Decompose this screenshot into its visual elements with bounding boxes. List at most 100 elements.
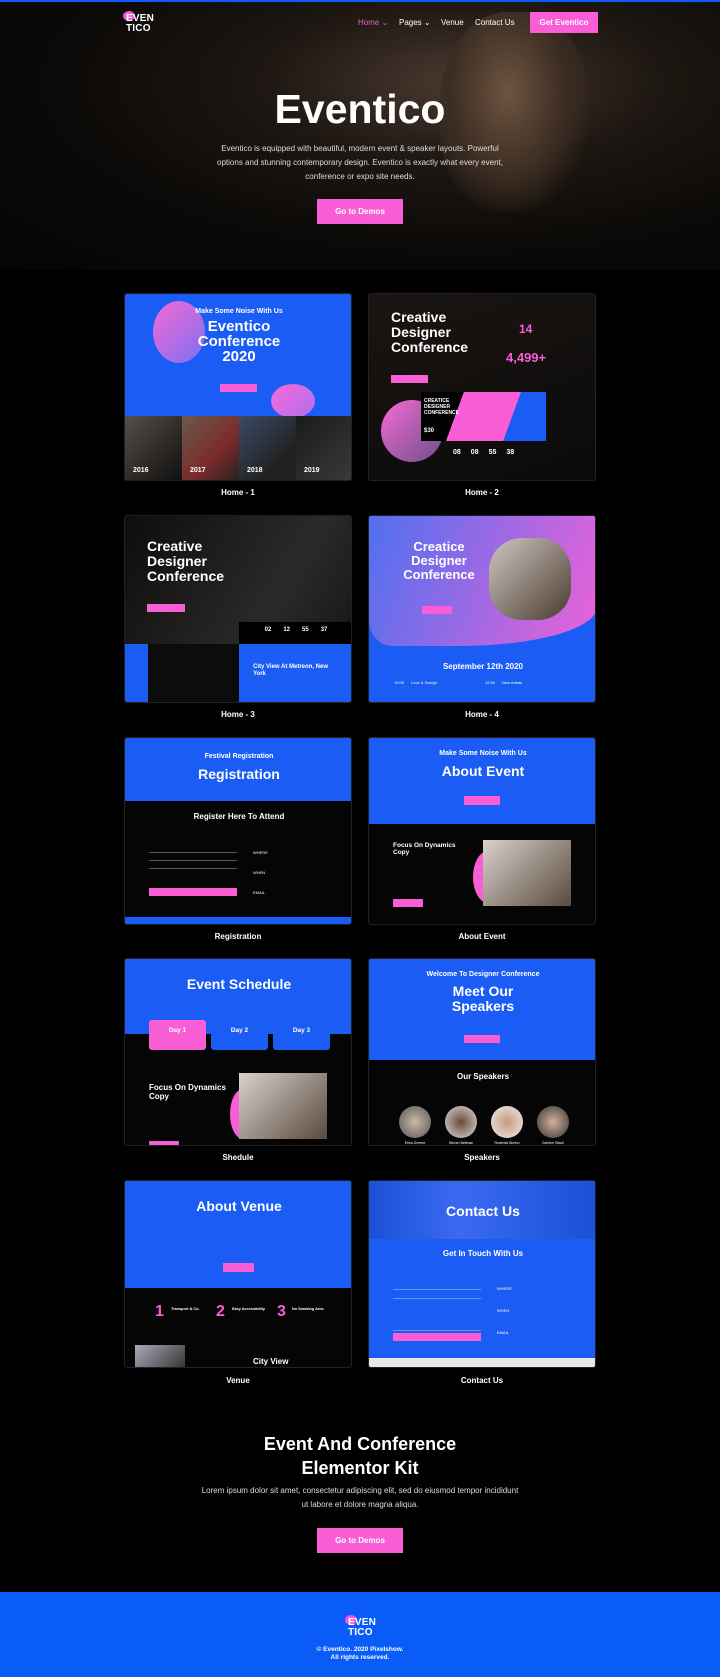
year-label: 2016 — [133, 467, 149, 474]
event-date: September 12th 2020 — [442, 662, 524, 671]
schedule-time: 10:00 — [394, 680, 405, 685]
info-label: EMAIL — [253, 890, 266, 895]
photo — [148, 644, 239, 702]
demo-label-registration[interactable]: Registration — [124, 932, 352, 941]
demo-subtitle: Get In Touch With Us — [442, 1249, 524, 1258]
demo-card-speakers[interactable]: Welcome To Designer Conference Meet Our … — [368, 958, 596, 1146]
logo-line-2: TICO — [348, 1627, 373, 1638]
demo-subtitle: City View At Metreon, New York — [253, 664, 329, 677]
hero-text: Eventico is equipped with beautiful, mod… — [217, 144, 503, 181]
countdown: 08 08 55 38 — [453, 449, 514, 456]
demo-title: Event Schedule — [186, 976, 292, 992]
feature-title: Easy Accessibility — [232, 1307, 265, 1311]
get-eventico-button[interactable]: Get Eventico — [530, 12, 598, 33]
demo-kicker: Welcome To Designer Conference — [426, 971, 540, 978]
demo-title: About Event — [441, 763, 525, 779]
demo-label-about-event[interactable]: About Event — [368, 932, 596, 941]
info-label: WHEN — [497, 1308, 510, 1313]
year-label: 2019 — [304, 467, 320, 474]
year-label: 2018 — [247, 467, 263, 474]
info-label: WHERE — [497, 1286, 512, 1291]
speaker-name: Steven Bellman — [448, 1141, 474, 1145]
speaker: Steven Bellman — [445, 1106, 477, 1145]
demo-label-home-4[interactable]: Home - 4 — [368, 710, 596, 719]
cta-text: Lorem ipsum dolor sit amet, consectetur … — [201, 1486, 519, 1509]
demo-card-venue[interactable]: About Venue 1 Transport & Co. 2 Easy Acc… — [124, 1180, 352, 1368]
info-label: WHEN — [253, 870, 266, 875]
demo-label-schedule[interactable]: Shedule — [124, 1153, 352, 1162]
chevron-down-icon: ⌄ — [381, 18, 389, 27]
schedule-item: New Artists — [502, 680, 523, 685]
year-label: 2017 — [190, 467, 206, 474]
logo[interactable]: EVEN TICO — [123, 11, 154, 34]
demo-card-contact[interactable]: Contact Us Get In Touch With Us WHERE WH… — [368, 1180, 596, 1368]
demo-button — [391, 375, 428, 383]
demo-title: Creatice Designer Conference — [403, 539, 475, 582]
demo-title: About Venue — [196, 1198, 282, 1214]
demo-subtitle: Focus On Dynamics Copy — [149, 1083, 226, 1101]
nav-pages-label: Pages — [399, 18, 422, 27]
feature-number: 2 — [216, 1303, 225, 1320]
demo-card-home-2[interactable]: Creative Designer Conference 14 4,499+ C… — [368, 293, 596, 481]
countdown-seconds: 37 — [320, 627, 328, 633]
countdown-days: 08 — [453, 449, 461, 456]
demo-card-home-4[interactable]: Creatice Designer Conference September 1… — [368, 515, 596, 703]
day-tab: Day 3 — [292, 1027, 311, 1034]
speaker-name: Erica Greene — [404, 1141, 426, 1145]
nav-home[interactable]: Home ⌄ — [358, 18, 388, 27]
footer: EVEN TICO © Eventico. 2020 Pixelshow. Al… — [0, 1592, 720, 1677]
demo-label-speakers[interactable]: Speakers — [368, 1153, 596, 1162]
demo-card-registration[interactable]: Festival Registration Registration Regis… — [124, 737, 352, 925]
demo-subtitle: Our Speakers — [456, 1072, 510, 1081]
demo-title: Contact Us — [446, 1203, 520, 1219]
demo-card-home-1[interactable]: Make Some Noise With Us Eventico Confere… — [124, 293, 352, 481]
photo — [239, 1073, 327, 1139]
cta-title: Event And Conference Elementor Kit — [263, 1434, 457, 1478]
demo-card-home-3[interactable]: Creative Designer Conference 02 12 55 37 Ci… — [124, 515, 352, 703]
logo-line-2: TICO — [126, 23, 151, 34]
stat-value: 14 — [519, 322, 533, 336]
countdown-days: 02 — [264, 627, 272, 633]
demo-card-about-event[interactable]: Make Some Noise With Us About Event Focu… — [368, 737, 596, 925]
nav-venue[interactable]: Venue — [441, 18, 464, 27]
footer-logo[interactable]: EVEN TICO — [345, 1615, 376, 1638]
demo-button — [223, 1263, 254, 1272]
demo-button — [220, 384, 257, 392]
demo-card-schedule[interactable]: Event Schedule Day 1 Day 2 Day 3 Focus O… — [124, 958, 352, 1146]
day-tab: Day 2 — [230, 1027, 249, 1034]
demo-button — [422, 606, 452, 614]
speaker: Carlene Stach — [537, 1106, 569, 1145]
demo-button — [464, 796, 500, 805]
nav-home-label: Home — [358, 18, 380, 27]
countdown-minutes: 55 — [488, 449, 497, 456]
countdown-hours: 08 — [470, 449, 479, 456]
demo-subtitle: Focus On Dynamics Copy — [393, 842, 456, 856]
speaker: Erica Greene — [399, 1106, 431, 1145]
demo-label-home-3[interactable]: Home - 3 — [124, 710, 352, 719]
demo-button — [149, 1141, 179, 1145]
demo-label-venue[interactable]: Venue — [124, 1376, 352, 1385]
schedule-time: 12:00 — [485, 680, 496, 685]
ticket-price: $30 — [424, 428, 435, 434]
feature-number: 1 — [155, 1303, 164, 1320]
demo-label-home-2[interactable]: Home - 2 — [368, 488, 596, 497]
photo — [483, 840, 571, 906]
go-to-demos-button[interactable]: Go to Demos — [317, 199, 403, 224]
decor-blob — [271, 384, 315, 418]
hero-section — [0, 2, 720, 270]
countdown-hours: 12 — [283, 627, 290, 633]
photo — [135, 1345, 185, 1367]
demo-label-contact[interactable]: Contact Us — [368, 1376, 596, 1385]
demo-label-home-1[interactable]: Home - 1 — [124, 488, 352, 497]
map — [369, 1358, 595, 1367]
send-message-button — [149, 888, 237, 896]
info-label: EMAIL — [497, 1330, 510, 1335]
nav-pages[interactable]: Pages ⌄ — [399, 18, 431, 27]
demo-title: Meet Our Speakers — [451, 983, 515, 1014]
photo — [489, 538, 571, 620]
demo-kicker: Make Some Noise With Us — [195, 308, 283, 315]
go-to-demos-button-bottom[interactable]: Go to Demos — [317, 1528, 403, 1553]
feature-title: Transport & Co. — [171, 1307, 200, 1311]
nav-contact[interactable]: Contact Us — [475, 18, 515, 27]
section-title: City View — [253, 1357, 289, 1366]
